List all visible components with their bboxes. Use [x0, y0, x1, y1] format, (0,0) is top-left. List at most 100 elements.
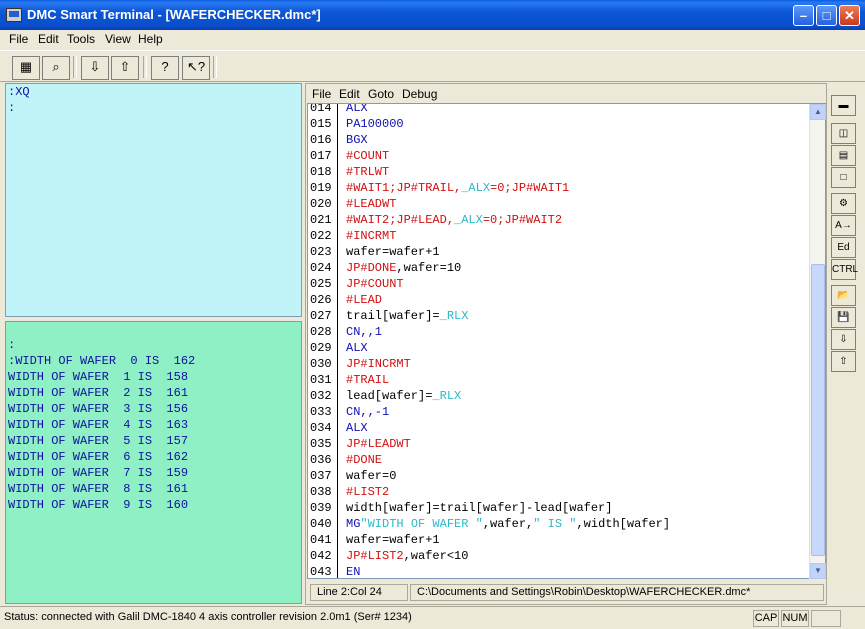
upload-button[interactable]: ⇧: [111, 56, 139, 80]
editor-vertical-scrollbar[interactable]: ▲ ▼: [809, 104, 826, 579]
line-number: 034: [310, 421, 332, 435]
code-line[interactable]: JP#LIST2,wafer<10: [346, 549, 468, 563]
code-line[interactable]: #INCRMT: [346, 229, 396, 243]
send-command-button[interactable]: ⚙: [831, 193, 856, 214]
code-line[interactable]: CN,,1: [346, 325, 382, 339]
layout-split-icon: ◫: [838, 128, 849, 139]
code-line[interactable]: #DONE: [346, 453, 382, 467]
code-line[interactable]: #LEAD: [346, 293, 382, 307]
line-number: 031: [310, 373, 332, 387]
code-line[interactable]: PA100000: [346, 117, 404, 131]
code-line[interactable]: wafer=0: [346, 469, 396, 483]
code-line[interactable]: lead[wafer]=_RLX: [346, 389, 461, 403]
status-bar: Status: connected with Galil DMC-1840 4 …: [0, 606, 865, 629]
window-title: DMC Smart Terminal - [WAFERCHECKER.dmc*]: [27, 7, 321, 22]
terminal-command-pane[interactable]: :XQ :: [5, 83, 302, 317]
code-line[interactable]: #COUNT: [346, 149, 389, 163]
line-number: 042: [310, 549, 332, 563]
terminal-output-line: WIDTH OF WAFER 8 IS 161: [8, 482, 189, 496]
code-line[interactable]: ALX: [346, 341, 368, 355]
code-token: JP#LIST2: [346, 549, 404, 563]
code-line[interactable]: #LIST2: [346, 485, 389, 499]
editor-menu-file[interactable]: File: [312, 87, 331, 101]
minimize-button[interactable]: –: [793, 5, 814, 26]
terminal-line: :: [8, 101, 16, 115]
context-help-button[interactable]: ↖?: [182, 56, 210, 80]
ctrl-button[interactable]: CTRL: [831, 259, 859, 280]
download-button[interactable]: ⇩: [81, 56, 109, 80]
layout-single-button[interactable]: □: [831, 167, 856, 188]
scroll-up-arrow-icon[interactable]: ▲: [810, 104, 826, 120]
code-line[interactable]: JP#LEADWT: [346, 437, 411, 451]
code-line[interactable]: MG"WIDTH OF WAFER ",wafer," IS ",width[w…: [346, 517, 670, 531]
code-token: MG: [346, 517, 361, 531]
terminal-output-line: WIDTH OF WAFER 5 IS 157: [8, 434, 189, 448]
help-button[interactable]: ?: [151, 56, 179, 80]
code-token: lead[wafer]=: [346, 389, 433, 403]
menu-view[interactable]: View: [105, 32, 131, 46]
editor-menu-goto[interactable]: Goto: [368, 87, 394, 101]
toolbar-separator: [73, 56, 77, 78]
code-token: #INCRMT: [346, 229, 397, 243]
editor-menu-debug[interactable]: Debug: [402, 87, 437, 101]
editor-icon: Ed: [837, 242, 850, 253]
layout-split-button[interactable]: ◫: [831, 123, 856, 144]
editor-menu-bar: File Edit Goto Debug: [306, 86, 826, 102]
find-controller-button[interactable]: ⌕: [42, 56, 70, 80]
code-token: #LEADWT: [346, 197, 397, 211]
code-line[interactable]: wafer=wafer+1: [346, 533, 440, 547]
line-number: 041: [310, 533, 332, 547]
line-number: 027: [310, 309, 332, 323]
title-bar[interactable]: DMC Smart Terminal - [WAFERCHECKER.dmc*]…: [0, 0, 865, 30]
code-editor[interactable]: 014 015 016 017 018 019 020 021 022 023 024 025 026 0…: [307, 103, 826, 579]
code-line[interactable]: #TRAIL: [346, 373, 389, 387]
terminal-output-line: WIDTH OF WAFER 9 IS 160: [8, 498, 189, 512]
code-line[interactable]: JP#COUNT: [346, 277, 404, 291]
code-line[interactable]: ALX: [346, 104, 368, 115]
code-line[interactable]: wafer=wafer+1: [346, 245, 440, 259]
line-number: 038: [310, 485, 332, 499]
terminal-output-line: :WIDTH OF WAFER 0 IS 162: [8, 354, 196, 368]
layout-horizontal-button[interactable]: ▤: [831, 145, 856, 166]
menu-file[interactable]: File: [9, 32, 28, 46]
code-line[interactable]: JP#DONE,wafer=10: [346, 261, 461, 275]
editor-menu-edit[interactable]: Edit: [339, 87, 360, 101]
menu-tools[interactable]: Tools: [67, 32, 95, 46]
ctrl-icon: CTRL: [832, 264, 859, 275]
code-line[interactable]: CN,,-1: [346, 405, 389, 419]
status-empty-panel: [811, 610, 841, 627]
close-button[interactable]: ✕: [839, 5, 860, 26]
menu-bar: File Edit Tools View Help: [0, 30, 865, 49]
code-line[interactable]: #WAIT1;JP#TRAIL,_ALX=0;JP#WAIT1: [346, 181, 569, 195]
save-disk-icon: 💾: [837, 312, 850, 323]
code-line[interactable]: #LEADWT: [346, 197, 396, 211]
code-line[interactable]: #TRLWT: [346, 165, 389, 179]
code-line[interactable]: ALX: [346, 421, 368, 435]
line-number: 025: [310, 277, 332, 291]
code-line[interactable]: JP#INCRMT: [346, 357, 411, 371]
code-token: PA100000: [346, 117, 404, 131]
code-line[interactable]: width[wafer]=trail[wafer]-lead[wafer]: [346, 501, 612, 515]
editor-button[interactable]: Ed: [831, 237, 856, 258]
open-folder-button[interactable]: 📂: [831, 285, 856, 306]
code-line[interactable]: trail[wafer]=_RLX: [346, 309, 468, 323]
line-number: 037: [310, 469, 332, 483]
code-line[interactable]: #WAIT2;JP#LEAD,_ALX=0;JP#WAIT2: [346, 213, 562, 227]
save-disk-button[interactable]: 💾: [831, 307, 856, 328]
scroll-thumb[interactable]: [811, 264, 825, 556]
command-arrow-button[interactable]: A→: [831, 215, 856, 236]
menu-help[interactable]: Help: [138, 32, 163, 46]
disabled-tool-button[interactable]: ▬: [831, 95, 856, 116]
app-computer-icon[interactable]: [6, 8, 22, 22]
code-line[interactable]: BGX: [346, 133, 368, 147]
scroll-down-arrow-icon[interactable]: ▼: [810, 563, 826, 579]
code-token: JP#INCRMT: [346, 357, 411, 371]
code-token: #LEAD: [346, 293, 383, 307]
code-line[interactable]: EN: [346, 565, 360, 578]
upload-file-button[interactable]: ⇧: [831, 351, 856, 372]
terminal-output-pane[interactable]: ::WIDTH OF WAFER 0 IS 162 WIDTH OF WAFER …: [5, 321, 302, 604]
download-file-button[interactable]: ⇩: [831, 329, 856, 350]
maximize-button[interactable]: □: [816, 5, 837, 26]
connect-controller-button[interactable]: ▦: [12, 56, 40, 80]
menu-edit[interactable]: Edit: [38, 32, 59, 46]
